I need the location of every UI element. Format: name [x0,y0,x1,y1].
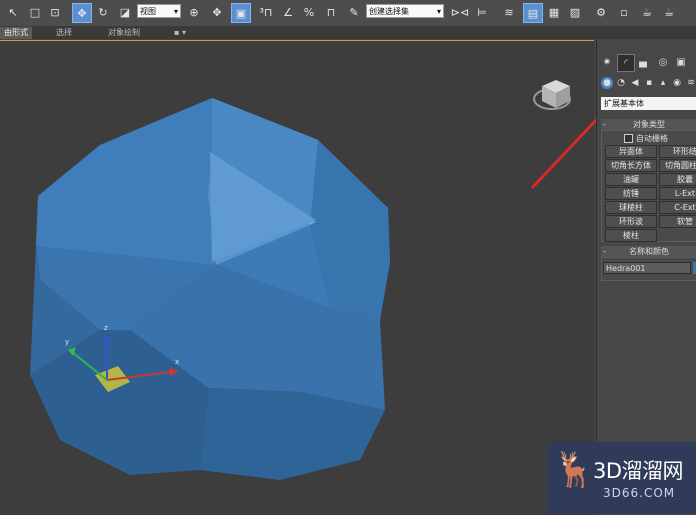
category-dropdown[interactable]: 扩展基本体 [601,97,696,110]
hedra-button[interactable]: 异面体 [605,145,657,158]
chevron-down-icon: ▾ [173,7,178,16]
material-editor-icon[interactable]: ▨ [566,3,584,21]
pivot-icon[interactable]: ⊕ [185,3,203,21]
gengon-button[interactable]: 球棱柱 [605,201,657,214]
chevron-down-icon: ▾ [436,7,441,16]
autogrid-label: 自动栅格 [636,134,668,143]
motion-tab-icon[interactable]: ◎ [655,54,671,70]
scale-icon[interactable]: ◪ [116,3,134,21]
percent-snap-icon[interactable]: % [300,3,318,21]
ribbon-options-icon[interactable]: ▪ ▾ [170,27,190,39]
collapse-icon: - [603,120,606,129]
cameras-icon[interactable]: ▪ [643,77,655,89]
curve-editor-icon[interactable]: ▤ [523,3,543,23]
keyboard-shortcut-icon[interactable]: ▣ [231,3,251,23]
object-type-rollout-header[interactable]: - 对象类型 [601,119,696,130]
window-crossing-icon[interactable]: ⊡ [46,3,64,21]
collapse-icon: - [603,247,606,256]
layer-icon[interactable]: ≋ [500,3,518,21]
named-selection-value: 创建选择集 [369,7,409,16]
systems-icon[interactable]: ≋ [685,77,696,89]
select-link-icon[interactable]: ↖ [4,3,22,21]
spindle-button[interactable]: 纺锤 [605,187,657,200]
watermark-url: 3D66.COM [603,486,676,500]
hose-button[interactable]: 软管 [659,215,696,228]
render-frame-icon[interactable]: ▫ [615,3,633,21]
chamfer-cyl-button[interactable]: 切角圆柱体 [659,159,696,172]
tab-selection[interactable]: 选择 [52,27,76,39]
capsule-button[interactable]: 胶囊 [659,173,696,186]
shapes-icon[interactable]: ◔ [615,77,627,89]
main-toolbar: ↖ □ ⊡ ✥ ↻ ◪ 视图 ▾ ⊕ ✥ ▣ ³⊓ ∠ % ⊓ ✎ 创建选择集 ▾ … [0,0,696,27]
name-color-title: 名称和颜色 [629,247,669,256]
prism-button[interactable]: 棱柱 [605,229,657,242]
object-name-field[interactable]: Hedra001 [603,262,691,274]
checkbox-icon [624,134,633,143]
modify-tab-icon[interactable]: ◜ [617,54,635,72]
command-panel-tabs: ✷ ◜ ▄ ◎ ▣ [597,54,696,72]
watermark-title: 3D溜溜网 [593,459,684,483]
perspective-viewport[interactable] [0,40,594,515]
create-subcategories: ● ◔ ◀ ▪ ▴ ◉ ≋ [599,76,696,94]
object-type-rollout: 自动栅格 异面体 环形结 切角长方体 切角圆柱体 油罐 胶囊 纺锤 L-Ext … [601,130,696,242]
rect-select-icon[interactable]: □ [26,3,44,21]
schematic-icon[interactable]: ▦ [545,3,563,21]
autogrid-checkbox[interactable]: 自动栅格 [624,133,668,144]
lights-icon[interactable]: ◀ [629,77,641,89]
select-manipulate-icon[interactable]: ✥ [208,3,226,21]
oil-tank-button[interactable]: 油罐 [605,173,657,186]
move-icon[interactable]: ✥ [72,3,92,23]
torus-knot-button[interactable]: 环形结 [659,145,696,158]
render-iterative-icon[interactable]: ☕ [660,3,678,21]
edit-named-sel-icon[interactable]: ✎ [345,3,363,21]
spinner-snap-icon[interactable]: ⊓ [322,3,340,21]
ref-coord-select[interactable]: 视图 ▾ [137,4,181,18]
tab-object-paint[interactable]: 对象绘制 [104,27,144,39]
ref-coord-value: 视图 [140,7,156,16]
render-setup-icon[interactable]: ⚙ [592,3,610,21]
render-icon[interactable]: ☕ [638,3,656,21]
display-tab-icon[interactable]: ▣ [673,54,689,70]
align-icon[interactable]: ⊨ [473,3,491,21]
chamfer-box-button[interactable]: 切角长方体 [605,159,657,172]
deer-logo-icon: 🦌 [553,450,596,490]
snap-3-icon[interactable]: ³⊓ [257,3,275,21]
named-selection-select[interactable]: 创建选择集 ▾ [366,4,444,18]
create-tab-icon[interactable]: ✷ [599,54,615,70]
ringwave-button[interactable]: 环形波 [605,215,657,228]
geometry-icon[interactable]: ● [601,77,613,89]
tab-freeform[interactable]: 由形式 [0,27,32,39]
spacewarps-icon[interactable]: ◉ [671,77,683,89]
object-type-title: 对象类型 [633,120,665,129]
ribbon-bar: 由形式 选择 对象绘制 ▪ ▾ [0,27,696,39]
hierarchy-tab-icon[interactable]: ▄ [635,54,651,70]
rotate-icon[interactable]: ↻ [94,3,112,21]
watermark: 🦌 3D溜溜网 3D66.COM [547,442,696,514]
angle-snap-icon[interactable]: ∠ [279,3,297,21]
helpers-icon[interactable]: ▴ [657,77,669,89]
l-ext-button[interactable]: L-Ext [659,187,696,200]
name-color-rollout-header[interactable]: - 名称和颜色 [601,246,696,257]
c-ext-button[interactable]: C-Ext [659,201,696,214]
mirror-icon[interactable]: ⊳⊲ [451,3,469,21]
